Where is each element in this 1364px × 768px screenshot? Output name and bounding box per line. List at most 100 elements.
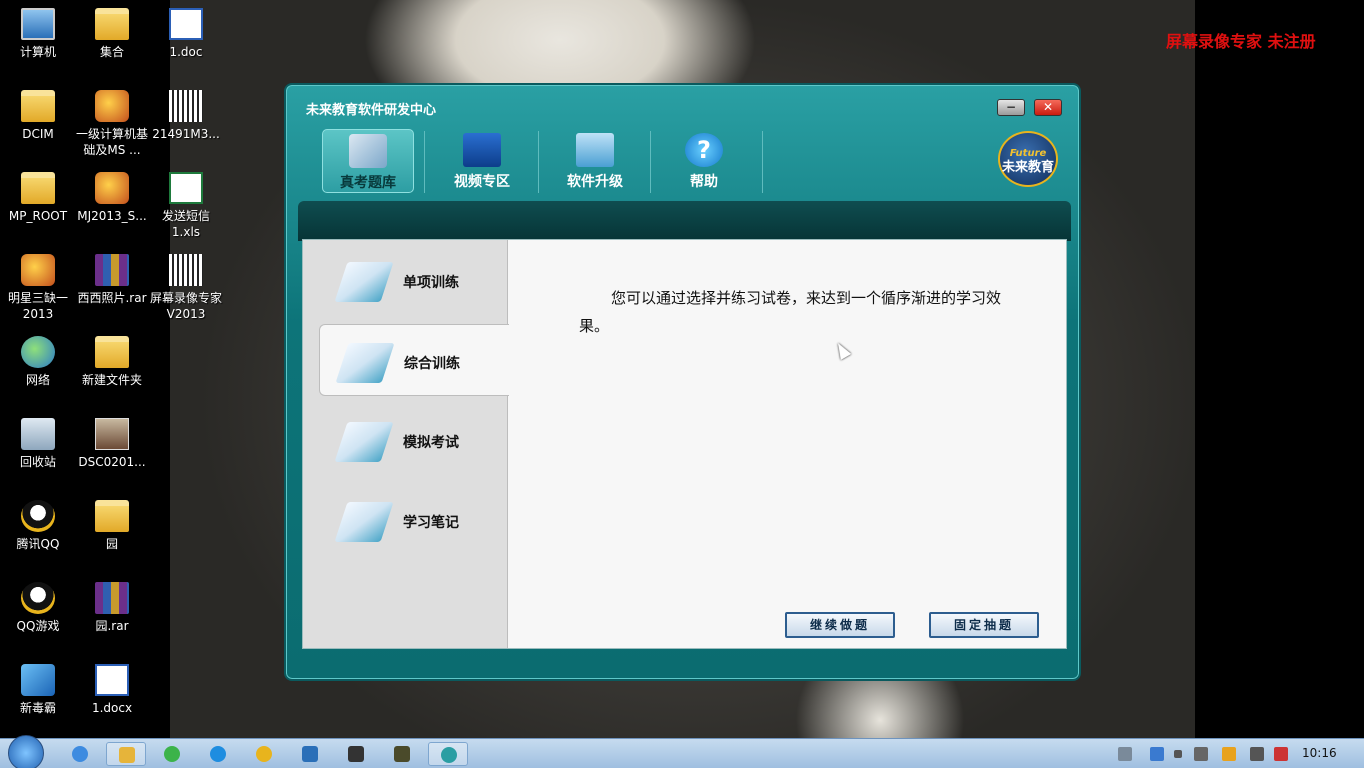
show-hidden-icon[interactable]: [1174, 750, 1182, 758]
watermark-text: 屏幕录像专家 未注册: [1166, 32, 1316, 51]
desktop-icon-21491m3[interactable]: 21491M3...: [148, 90, 224, 142]
help-question-icon: ?: [685, 133, 723, 167]
desktop-icon-computer[interactable]: 计算机: [0, 8, 76, 60]
taskbar-clapper[interactable]: [336, 742, 376, 766]
ie-green-icon: [164, 746, 180, 762]
app-icon: [95, 90, 129, 122]
taskbar-explorer[interactable]: [106, 742, 146, 766]
future-edu-icon: [441, 747, 457, 763]
taskbar-app-blue[interactable]: [290, 742, 330, 766]
sidebar-item-label: 综合训练: [404, 356, 460, 372]
toolbar-separator: [538, 131, 539, 193]
desktop-icon-label: DCIM: [22, 127, 54, 141]
toolbar-separator: [424, 131, 425, 193]
desktop-icon-new-folder[interactable]: 新建文件夹: [74, 336, 150, 388]
taskbar-ie[interactable]: [60, 742, 100, 766]
desktop-icon-network[interactable]: 网络: [0, 336, 76, 388]
desktop-icon-doc[interactable]: 1.doc: [148, 8, 224, 60]
sidebar-item-study-notes[interactable]: 学习笔记: [303, 484, 508, 556]
tray-app-icon[interactable]: [1150, 747, 1164, 761]
desktop-icon-yuan[interactable]: 园: [74, 500, 150, 552]
qq-game-icon: [21, 582, 55, 614]
window-title: 未来教育软件研发中心: [306, 103, 437, 118]
recorder-tray-icon[interactable]: [1194, 747, 1208, 761]
desktop-icon-sms-xls[interactable]: 发送短信1.xls: [148, 172, 224, 240]
desktop-icon-mingxing[interactable]: 明星三缺一2013: [0, 254, 76, 322]
taskbar-ie-blue[interactable]: [198, 742, 238, 766]
folder-icon: [21, 172, 55, 204]
desktop-icon-label: 计算机: [19, 45, 56, 59]
computer-icon: [21, 8, 55, 40]
tool-label: 帮助: [690, 174, 718, 190]
desktop-icon-dcim[interactable]: DCIM: [0, 90, 76, 142]
desktop-icon-label: 1.docx: [91, 701, 133, 715]
desktop-icon-label: 屏幕录像专家V2013: [149, 291, 222, 321]
desktop-icon-label: MJ2013_S...: [77, 209, 147, 223]
clock[interactable]: 10:16: [1302, 746, 1337, 760]
taskbar-qq[interactable]: [244, 742, 284, 766]
folder-icon: [95, 500, 129, 532]
header-band: [298, 201, 1071, 241]
ie-blue-icon: [210, 746, 226, 762]
taskbar-future-edu[interactable]: [428, 742, 468, 766]
desktop-icon-label: 发送短信1.xls: [161, 209, 210, 239]
desktop-icon-recycle-bin[interactable]: 回收站: [0, 418, 76, 470]
game-icon: [394, 746, 410, 762]
audio-file-icon: [169, 90, 203, 122]
rar-archive-icon: [95, 582, 129, 614]
sidebar-item-single-training[interactable]: 单项训练: [303, 244, 508, 316]
keyboard-icon[interactable]: [1118, 747, 1132, 761]
desktop-icon-label: 21491M3...: [152, 127, 220, 141]
desktop-icon-label: 回收站: [19, 455, 56, 469]
desktop-icon-jihe[interactable]: 集合: [74, 8, 150, 60]
sidebar-item-mock-exam[interactable]: 模拟考试: [303, 404, 508, 476]
desktop-icon-label: 园.rar: [95, 619, 129, 633]
taskbar-ie-green[interactable]: [152, 742, 192, 766]
app-window: 未来教育软件研发中心 − ✕ 真考题库 视频专区 软件升级 ? 帮助 Futur…: [284, 83, 1081, 681]
tool-exam-bank[interactable]: 真考题库: [322, 129, 414, 193]
logo-cn: 未来教育: [1001, 160, 1054, 175]
desktop-icon-qq[interactable]: 腾讯QQ: [0, 500, 76, 552]
word-doc-icon: [95, 664, 129, 696]
desktop-icon-mp-root[interactable]: MP_ROOT: [0, 172, 76, 224]
desktop-icon-recorder[interactable]: 屏幕录像专家V2013: [148, 254, 224, 322]
content-panel: 单项训练 综合训练 模拟考试 学习笔记 您可以通过选择并练习试卷，来达到一个循序…: [302, 239, 1067, 649]
desktop-icon-qq-game[interactable]: QQ游戏: [0, 582, 76, 634]
volume-icon[interactable]: [1250, 747, 1264, 761]
description-text: 您可以通过选择并练习试卷，来达到一个循序渐进的学习效果。: [579, 289, 1002, 335]
desktop-icon-label: MP_ROOT: [8, 209, 68, 223]
desktop-icon-docx[interactable]: 1.docx: [74, 664, 150, 716]
tool-upgrade[interactable]: 软件升级: [549, 129, 641, 193]
desktop-icon-label: 集合: [99, 45, 124, 59]
desktop-icon-ms-basics[interactable]: 一级计算机基础及MS ...: [74, 90, 150, 158]
tool-video[interactable]: 视频专区: [436, 129, 528, 193]
desktop-icon-antivirus[interactable]: 新毒霸: [0, 664, 76, 716]
start-button[interactable]: [8, 735, 44, 768]
fixed-draw-button[interactable]: 固定抽题: [929, 612, 1039, 638]
desktop-icon-label: 园: [105, 537, 118, 551]
network-status-icon[interactable]: [1274, 747, 1288, 761]
sidebar-item-label: 单项训练: [403, 275, 459, 291]
clapper-icon: [348, 746, 364, 762]
folder-icon: [95, 8, 129, 40]
desktop-icon-mj2013[interactable]: MJ2013_S...: [74, 172, 150, 224]
close-button[interactable]: ✕: [1034, 99, 1062, 116]
qq-icon: [21, 500, 55, 532]
continue-button[interactable]: 继续做题: [785, 612, 895, 638]
rar-archive-icon: [95, 254, 129, 286]
folder-icon: [95, 336, 129, 368]
desktop-icon-label: DSC0201...: [78, 455, 146, 469]
antivirus-icon: [21, 664, 55, 696]
desktop-icon-xixi-rar[interactable]: 西西照片.rar: [74, 254, 150, 306]
desktop-icon-yuan-rar[interactable]: 园.rar: [74, 582, 150, 634]
network-icon: [21, 336, 55, 368]
future-edu-logo: Future 未来教育: [998, 131, 1058, 187]
tool-help[interactable]: ? 帮助: [658, 129, 750, 193]
desktop-icon-dsc0201[interactable]: DSC0201...: [74, 418, 150, 470]
minimize-button[interactable]: −: [997, 99, 1025, 116]
shield-icon[interactable]: [1222, 747, 1236, 761]
toolbar-separator: [650, 131, 651, 193]
sidebar-item-comprehensive-training[interactable]: 综合训练: [319, 324, 509, 396]
taskbar-game[interactable]: [382, 742, 422, 766]
exam-paper-icon: [334, 422, 394, 462]
